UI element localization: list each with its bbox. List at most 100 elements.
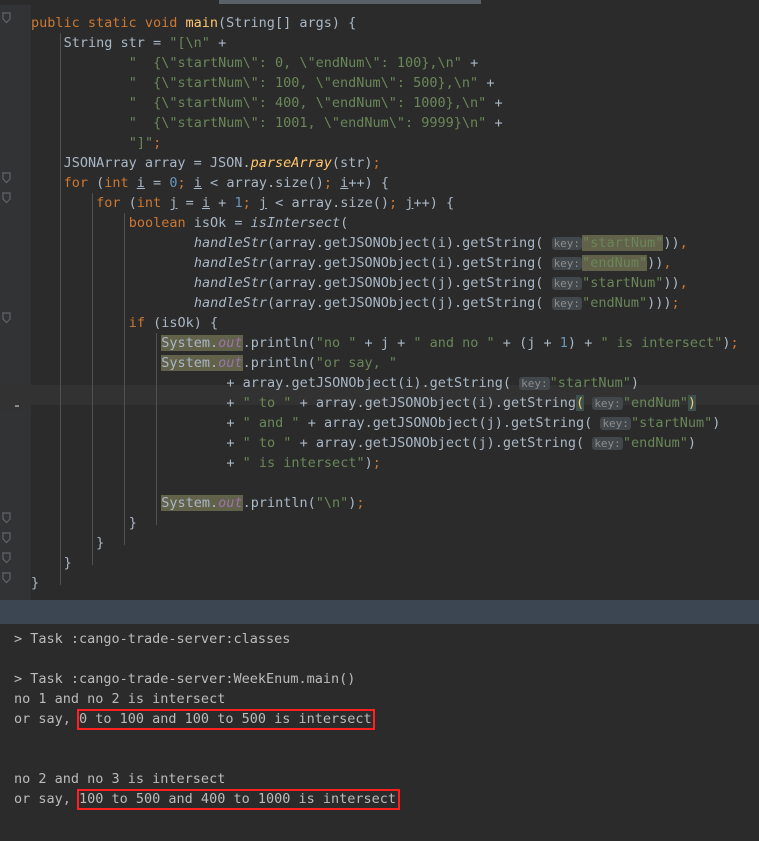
code-line[interactable]: } [31,513,137,533]
parameter-name-hint: key: [600,417,631,430]
punctuation: < [210,175,219,191]
keyword: for [96,195,121,211]
code-line[interactable]: handleStr(array.getJSONObject(i).getStri… [31,253,672,273]
punctuation [145,235,153,251]
punctuation [88,235,96,251]
code-line[interactable]: } [31,533,104,553]
punctuation [64,235,72,251]
code-line[interactable]: } [31,573,39,593]
punctuation [145,295,153,311]
code-line[interactable]: " {\"startNum\": 100, \"endNum\": 500},\… [31,73,495,93]
fold-arrow-icon[interactable] [1,171,12,191]
run-console-panel[interactable]: > Task :cango-trade-server:classes > Task… [0,624,759,841]
identifier: getJSONObject [323,295,430,311]
punctuation [64,115,72,131]
matched-paren: ( [576,395,585,411]
punctuation: { [210,315,219,331]
fold-arrow-icon[interactable] [1,311,12,331]
punctuation [112,455,120,471]
punctuation [72,535,80,551]
punctuation: } [63,555,72,571]
punctuation [356,335,364,351]
punctuation [202,315,210,331]
punctuation [80,255,88,271]
fold-arrow-icon[interactable] [1,571,12,591]
punctuation: ( [576,435,585,451]
punctuation [121,55,129,71]
tool-window-divider-bar[interactable] [0,600,759,624]
code-line[interactable]: handleStr(array.getJSONObject(j).getStri… [31,293,680,313]
code-line[interactable]: System.out.println("or say, " [31,353,397,373]
punctuation [121,435,129,451]
fold-arrow-icon[interactable] [1,511,12,531]
punctuation: } [128,515,137,531]
punctuation [543,255,551,271]
punctuation [31,235,39,251]
punctuation [145,395,153,411]
punctuation [55,315,63,331]
code-line[interactable]: + array.getJSONObject(i).getString( key:… [31,373,639,393]
punctuation [129,435,137,451]
punctuation: ) [494,415,503,431]
string-literal: "startNum" [630,415,713,431]
code-line[interactable]: for (int i = 0; i < array.size(); i++) { [31,173,389,193]
scrollbar-thumb[interactable] [219,0,481,4]
code-line[interactable]: + " to " + array.getJSONObject(j).getStr… [31,433,696,453]
punctuation [112,215,120,231]
code-line[interactable]: handleStr(array.getJSONObject(i).getStri… [31,233,688,253]
punctuation [88,135,96,151]
code-line[interactable]: if (isOk) { [31,313,218,333]
punctuation: ( [307,495,316,511]
punctuation [137,455,145,471]
punctuation [129,355,137,371]
code-text-area[interactable]: public static void main(String[] args) {… [0,5,759,600]
fold-arrow-icon[interactable] [1,551,12,571]
punctuation [210,195,218,211]
code-line[interactable]: + " and " + array.getJSONObject(j).getSt… [31,413,720,433]
punctuation [194,375,202,391]
code-line[interactable]: System.out.println("no " + j + " and no … [31,333,739,353]
punctuation: + [486,75,495,91]
punctuation [55,435,63,451]
code-line[interactable]: " {\"startNum\": 1001, \"endNum\": 9999}… [31,113,503,133]
punctuation: + [413,195,422,211]
code-line[interactable]: + " to " + array.getJSONObject(i).getStr… [31,393,696,413]
punctuation: ( [153,315,162,331]
punctuation [389,335,397,351]
code-line[interactable]: for (int j = i + 1; j < array.size(); j+… [31,193,454,213]
identifier: getString [462,235,536,251]
punctuation [112,415,120,431]
punctuation [88,415,96,431]
code-line[interactable]: " {\"startNum\": 0, \"endNum\": 100},\n"… [31,53,479,73]
fold-arrow-icon[interactable] [1,191,12,211]
punctuation: { [446,195,455,211]
punctuation [80,195,88,211]
code-line[interactable]: + " is intersect"); [31,453,380,473]
punctuation: ; [323,175,333,191]
code-line[interactable]: System.out.println("\n"); [31,493,365,513]
string-literal: "startNum" [582,275,664,291]
punctuation [112,395,120,411]
punctuation: , [679,235,688,251]
parameter-name-hint: key: [551,297,583,310]
code-line[interactable]: "]"; [31,133,162,153]
punctuation [121,135,129,151]
punctuation [31,175,39,191]
fold-arrow-icon[interactable] [1,531,12,551]
editor-gutter[interactable] [0,5,30,600]
number-literal: 1 [559,335,568,351]
punctuation [72,275,80,291]
code-line[interactable]: String str = "[\n" + [31,33,227,53]
code-line[interactable]: JSONArray array = JSON.parseArray(str); [31,153,381,173]
punctuation [194,395,202,411]
code-line[interactable]: " {\"startNum\": 400, \"endNum\": 1000},… [31,93,503,113]
code-line[interactable]: handleStr(array.getJSONObject(j).getStri… [31,273,688,293]
keyword: int [136,195,162,211]
fold-arrow-icon[interactable] [1,11,12,31]
code-line[interactable]: public static void main(String[] args) { [31,13,356,33]
punctuation [88,255,96,271]
code-line[interactable]: } [31,553,72,573]
code-line[interactable]: boolean isOk = isIntersect( [31,213,349,233]
punctuation: + [421,195,430,211]
code-editor[interactable]: public static void main(String[] args) {… [0,5,759,600]
